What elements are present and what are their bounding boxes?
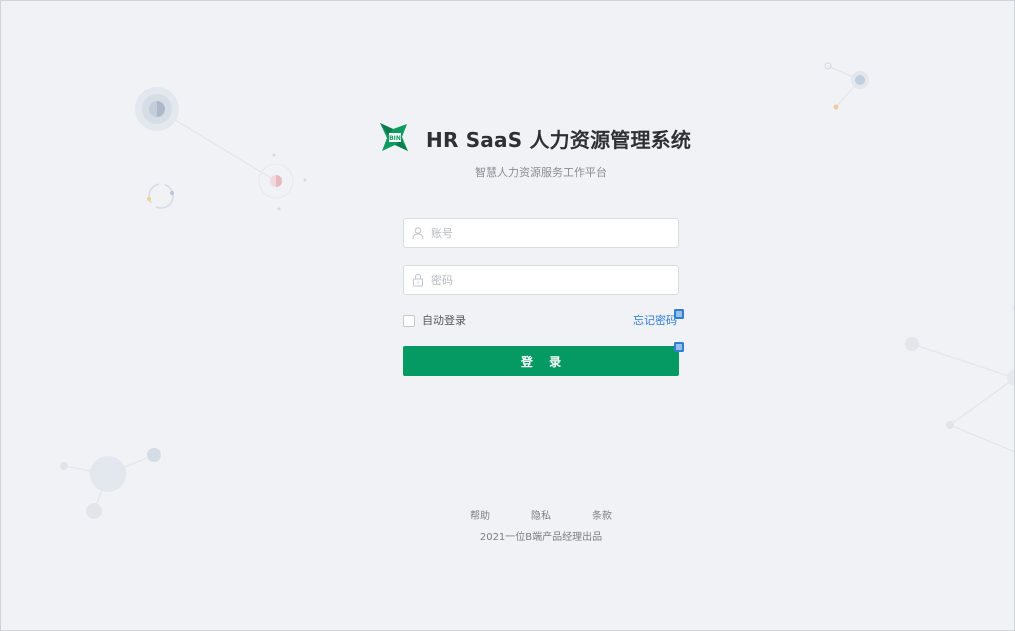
- auto-login-option[interactable]: 自动登录: [403, 312, 466, 328]
- login-button[interactable]: 登 录: [403, 346, 679, 376]
- logo-text: BIN: [389, 135, 401, 142]
- footer-links: 帮助 隐私 条款: [470, 507, 612, 522]
- forgot-password-link[interactable]: 忘记密码: [633, 312, 677, 328]
- page-title: HR SaaS 人力资源管理系统: [426, 127, 692, 152]
- user-icon: [412, 227, 424, 240]
- password-input[interactable]: [431, 268, 678, 292]
- auto-login-checkbox[interactable]: [403, 315, 415, 327]
- footer-link-terms[interactable]: 条款: [592, 507, 612, 522]
- footer-link-privacy[interactable]: 隐私: [531, 507, 551, 522]
- footer-link-help[interactable]: 帮助: [470, 507, 490, 522]
- page-subtitle: 智慧人力资源服务工作平台: [475, 166, 607, 179]
- account-input[interactable]: [431, 221, 678, 245]
- company-logo-icon: BIN: [380, 123, 408, 151]
- password-field[interactable]: [403, 265, 679, 295]
- note-icon: [674, 342, 684, 352]
- lock-icon: [413, 273, 423, 287]
- note-icon: [674, 309, 684, 319]
- brand-header: BIN HR SaaS 人力资源管理系统: [380, 122, 691, 154]
- auto-login-label: 自动登录: [422, 314, 466, 327]
- account-field[interactable]: [403, 218, 679, 248]
- copyright-text: 2021一位B端产品经理出品: [479, 532, 603, 543]
